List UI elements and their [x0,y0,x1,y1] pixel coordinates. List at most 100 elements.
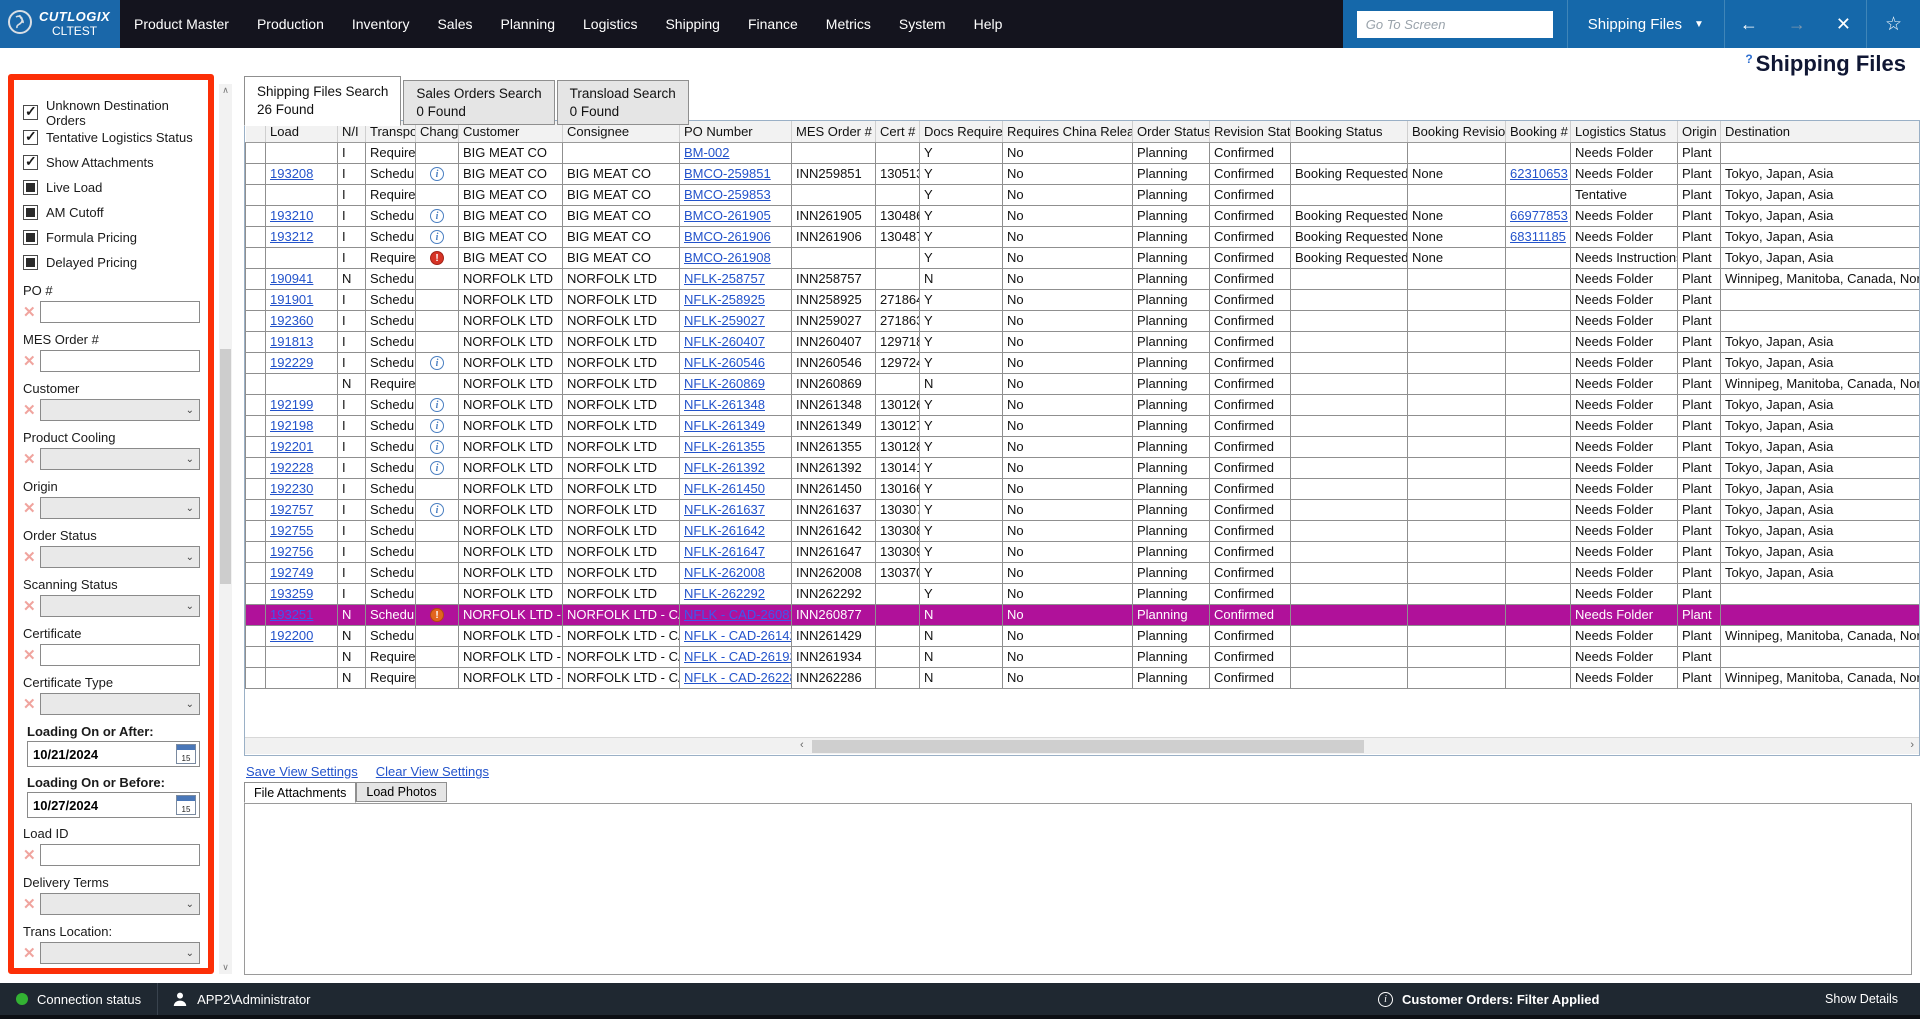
table-row[interactable]: IRequiredBIG MEAT COBIG MEAT COBMCO-2598… [246,184,1920,205]
table-row[interactable]: 192756IScheduledNORFOLK LTDNORFOLK LTDNF… [246,541,1920,562]
table-row[interactable]: 192200NScheduledNORFOLK LTD - CADNORFOLK… [246,625,1920,646]
back-arrow-icon[interactable]: ← [1725,14,1773,35]
po-number-link[interactable]: NFLK-261647 [684,544,765,559]
column-header-requires-china-release[interactable]: Requires China Release [1003,121,1133,142]
row-selector[interactable] [246,226,266,247]
po-number-link[interactable]: NFLK-260869 [684,376,765,391]
table-row[interactable]: 192201ISchedulediNORFOLK LTDNORFOLK LTDN… [246,436,1920,457]
row-selector[interactable] [246,499,266,520]
load-link[interactable]: 190941 [270,271,313,286]
clear-certificate-type-icon[interactable]: ✕ [23,695,37,713]
po-number-link[interactable]: NFLK-261642 [684,523,765,538]
column-header-mes-order[interactable]: MES Order # [792,121,876,142]
po-number-link[interactable]: BM-002 [684,145,730,160]
row-selector[interactable] [246,457,266,478]
booking-number-link[interactable]: 68311185 [1510,229,1566,244]
po-number-link[interactable]: NFLK-261450 [684,481,765,496]
column-header-cert[interactable]: Cert # [876,121,920,142]
po-number-link[interactable]: BMCO-259853 [684,187,771,202]
po-number-link[interactable]: NFLK-258925 [684,292,765,307]
row-selector[interactable] [246,310,266,331]
menu-help[interactable]: Help [974,16,1003,32]
column-header-revision-status[interactable]: Revision Status [1210,121,1291,142]
load-link[interactable]: 191901 [270,292,313,307]
info-icon[interactable]: i [430,398,444,412]
clear-view-settings-link[interactable]: Clear View Settings [376,764,489,779]
table-row[interactable]: 192228ISchedulediNORFOLK LTDNORFOLK LTDN… [246,457,1920,478]
info-icon[interactable]: i [430,167,444,181]
table-row[interactable]: 192230IScheduledNORFOLK LTDNORFOLK LTDNF… [246,478,1920,499]
table-row[interactable]: 190941NScheduledNORFOLK LTDNORFOLK LTDNF… [246,268,1920,289]
column-header-booking-revision[interactable]: Booking Revision [1408,121,1506,142]
clear-mes-icon[interactable]: ✕ [23,352,37,370]
row-selector[interactable] [246,436,266,457]
column-header-booking-status[interactable]: Booking Status [1291,121,1408,142]
menu-product-master[interactable]: Product Master [134,16,229,32]
error-icon[interactable]: ! [430,251,444,265]
booking-number-link[interactable]: 62310653 [1510,166,1568,181]
info-icon[interactable]: i [430,230,444,244]
mes-order-field[interactable] [40,350,200,372]
po-number-link[interactable]: NFLK - CAD-261429 [684,628,792,643]
scroll-left-icon[interactable]: ‹ [800,739,804,751]
table-row[interactable]: 193259IScheduledNORFOLK LTDNORFOLK LTDNF… [246,583,1920,604]
checkbox-am-cutoff[interactable]: AM Cutoff [23,200,200,225]
load-link[interactable]: 192201 [270,439,313,454]
po-number-link[interactable]: NFLK-262008 [684,565,765,580]
load-link[interactable]: 193212 [270,229,313,244]
po-number-link[interactable]: NFLK-262292 [684,586,765,601]
load-link[interactable]: 193210 [270,208,313,223]
scroll-down-icon[interactable]: ∨ [219,962,232,973]
po-number-link[interactable]: NFLK-260407 [684,334,765,349]
checkbox-unknown-destination-orders[interactable]: Unknown Destination Orders [23,100,200,125]
forward-arrow-icon[interactable]: → [1773,14,1821,35]
help-icon[interactable]: ? [1745,52,1752,66]
menu-finance[interactable]: Finance [748,16,798,32]
trans-location-select[interactable]: ⌄ [40,942,200,964]
row-selector[interactable] [246,268,266,289]
table-row[interactable]: 193210ISchedulediBIG MEAT COBIG MEAT COB… [246,205,1920,226]
clear-product-cooling-icon[interactable]: ✕ [23,450,37,468]
load-link[interactable]: 192755 [270,523,313,538]
row-selector[interactable] [246,646,266,667]
row-selector[interactable] [246,163,266,184]
scrollbar-thumb[interactable] [220,349,231,584]
go-to-screen-input[interactable] [1357,11,1553,38]
po-number-link[interactable]: NFLK-261355 [684,439,765,454]
column-header-docs-required[interactable]: Docs Required [920,121,1003,142]
show-details-button[interactable]: Show Details [1825,992,1898,1006]
table-row[interactable]: 192198ISchedulediNORFOLK LTDNORFOLK LTDN… [246,415,1920,436]
row-selector[interactable] [246,625,266,646]
info-icon[interactable]: i [430,356,444,370]
clear-origin-icon[interactable]: ✕ [23,499,37,517]
clear-order-status-icon[interactable]: ✕ [23,548,37,566]
clear-certificate-icon[interactable]: ✕ [23,646,37,664]
row-selector[interactable] [246,478,266,499]
load-link[interactable]: 192199 [270,397,313,412]
table-row[interactable]: 193208ISchedulediBIG MEAT COBIG MEAT COB… [246,163,1920,184]
load-link[interactable]: 192230 [270,481,313,496]
tab-shipping-files-search[interactable]: Shipping Files Search 26 Found [244,76,401,126]
row-selector[interactable] [246,205,266,226]
menu-metrics[interactable]: Metrics [826,16,871,32]
row-selector[interactable] [246,184,266,205]
po-number-link[interactable]: NFLK - CAD-261934 [684,649,792,664]
loading-after-date[interactable] [28,747,176,762]
checkbox-formula-pricing[interactable]: Formula Pricing [23,225,200,250]
product-cooling-select[interactable]: ⌄ [40,448,200,470]
po-number-link[interactable]: NFLK-261349 [684,418,765,433]
menu-inventory[interactable]: Inventory [352,16,410,32]
load-link[interactable]: 192198 [270,418,313,433]
row-selector[interactable] [246,667,266,688]
origin-select[interactable]: ⌄ [40,497,200,519]
po-number-link[interactable]: BMCO-261905 [684,208,771,223]
checkbox-live-load[interactable]: Live Load [23,175,200,200]
tab-transload-search[interactable]: Transload Search 0 Found [557,80,689,125]
load-link[interactable]: 192200 [270,628,313,643]
scroll-right-icon[interactable]: › [1910,739,1914,751]
warning-icon[interactable]: ! [430,608,444,622]
menu-planning[interactable]: Planning [501,16,556,32]
certificate-type-select[interactable]: ⌄ [40,693,200,715]
po-number-link[interactable]: NFLK - CAD-260877 [684,607,792,622]
clear-trans-location-icon[interactable]: ✕ [23,944,37,962]
